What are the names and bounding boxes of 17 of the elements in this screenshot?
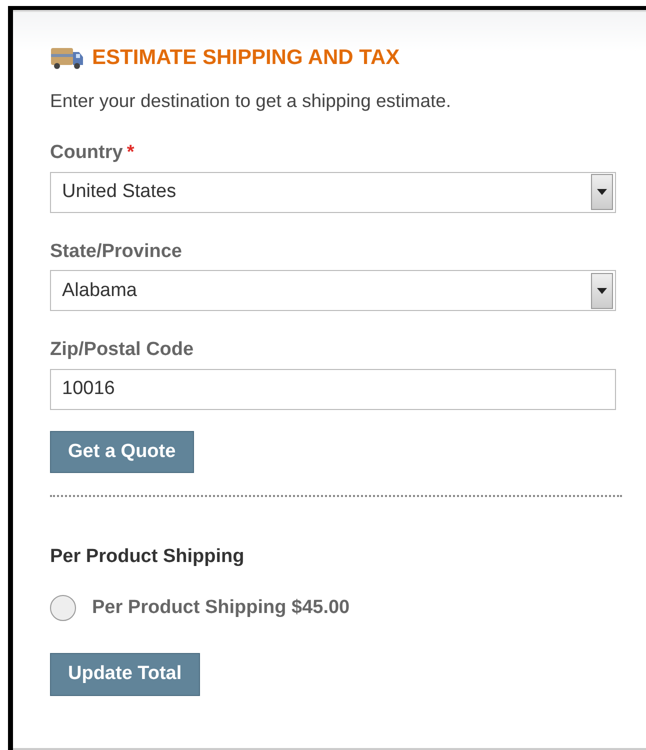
section-title: ESTIMATE SHIPPING AND TAX — [92, 45, 400, 71]
select-field[interactable]: United States — [50, 172, 616, 213]
dropdown-arrow-icon — [597, 189, 607, 196]
select-field[interactable]: Alabama — [50, 270, 616, 312]
field-label: Country — [50, 141, 123, 166]
intro-text: Enter your destination to get a shipping estimate. — [50, 88, 452, 113]
field-label: State/Province — [50, 240, 182, 264]
get-quote-button[interactable]: Get a Quote — [50, 430, 194, 474]
radio-button[interactable] — [50, 595, 76, 622]
dropdown-arrow-icon — [597, 288, 607, 294]
field-label: Zip/Postal Code — [50, 338, 194, 362]
update-total-button[interactable]: Update Total — [50, 653, 200, 696]
option-label: Per Product Shipping $45.00 — [92, 596, 350, 620]
text-field[interactable]: 10016 — [50, 368, 616, 410]
required-mark: * — [126, 141, 134, 166]
method-heading: Per Product Shipping — [50, 545, 246, 570]
truck-icon — [50, 46, 84, 70]
